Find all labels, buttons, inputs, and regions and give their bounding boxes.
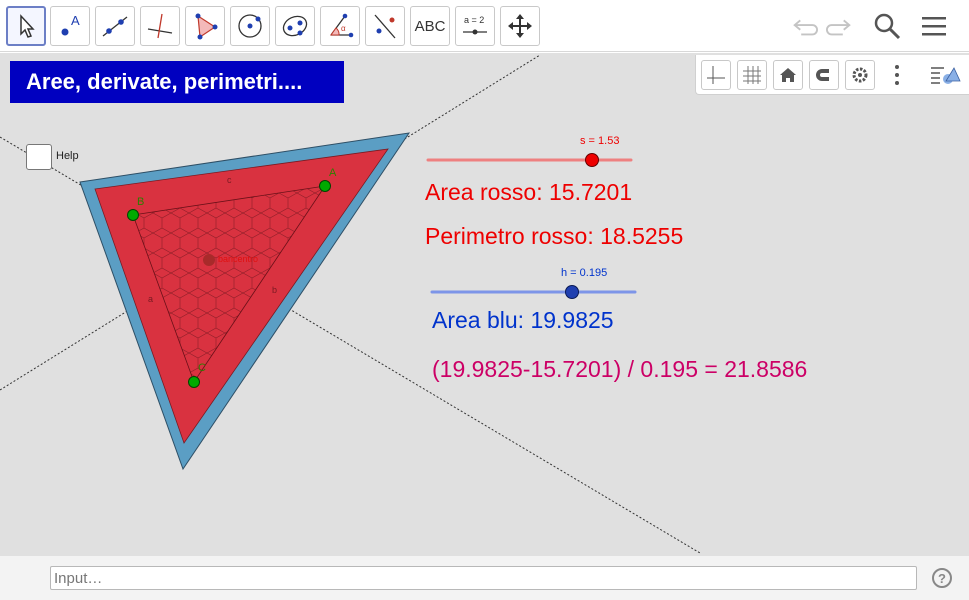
centroid-point[interactable] [203,254,215,266]
arrow-cursor-icon [20,14,35,38]
toggle-style-bar-icon [931,67,961,84]
line-tool-button[interactable] [95,6,135,46]
circle-tool-button[interactable] [230,6,270,46]
home-button[interactable] [773,60,803,90]
more-icon [895,65,899,69]
undo-icon [793,19,818,36]
move-graphics-tool-button[interactable] [500,6,540,46]
graphics-view[interactable]: baricentro c a b B A C Aree, derivate, p… [0,53,969,555]
area-blu-text: Area blu: 19.9825 [432,307,614,333]
undo-button[interactable] [787,10,821,42]
point-b[interactable] [127,209,139,221]
slider-s-label: s = 1.53 [580,135,620,147]
segment-a-label: a [148,294,153,304]
text-icon: ABC [414,17,446,35]
reflect-tool-button[interactable] [365,6,405,46]
slider-h-label: h = 0.195 [561,267,608,279]
point-c[interactable] [188,376,200,388]
title-box: Aree, derivate, perimetri.... [10,61,344,103]
redo-icon [826,19,851,36]
title-text: Aree, derivate, perimetri.... [26,69,303,94]
home-icon [780,68,796,82]
help-button[interactable]: ? [932,568,952,588]
slider-h-handle[interactable] [565,285,579,299]
search-button[interactable] [870,10,904,42]
point-capturing-button[interactable] [809,60,839,90]
axes-toggle-button[interactable] [701,60,731,90]
toolbar: A α ABC a = 2 [0,0,969,52]
point-b-label: B [137,196,144,208]
point-tool-button[interactable]: A [50,6,90,46]
search-icon [874,13,901,40]
toggle-style-bar-button[interactable] [928,60,962,90]
help-checkbox-label: Help [56,150,79,162]
grid-icon [743,66,761,84]
point-a[interactable] [319,180,331,192]
slider-tool-button[interactable]: a = 2 [455,6,495,46]
point-capturing-icon [816,69,829,81]
settings-icon [852,67,868,83]
construction-canvas: baricentro c a b B A C [0,54,701,554]
ellipse-icon [282,15,308,37]
question-mark-icon: ? [938,570,946,586]
svg-text:α: α [341,24,346,33]
text-tool-button[interactable]: ABC [410,6,450,46]
angle-tool-button[interactable]: α [320,6,360,46]
segment-b-label: b [272,285,277,295]
formula-text: (19.9825-15.7201) / 0.195 = 21.8586 [432,356,808,382]
settings-button[interactable] [845,60,875,90]
perpendicular-tool-button[interactable] [140,6,180,46]
polygon-tool-button[interactable] [185,6,225,46]
point-a-label: A [329,167,337,179]
slider-icon: a = 2 [463,15,487,35]
conic-tool-button[interactable] [275,6,315,46]
move-tool-button[interactable] [6,6,46,46]
input-field[interactable] [50,566,917,590]
perimetro-rosso-text: Perimetro rosso: 18.5255 [425,223,684,249]
slider-s-handle[interactable] [585,153,599,167]
centroid-label: baricentro [218,254,258,264]
style-bar [695,55,969,95]
segment-c-label: c [227,175,232,185]
menu-button[interactable] [917,10,951,42]
angle-icon: α [330,13,354,38]
polygon-icon [195,13,218,40]
area-rosso-text: Area rosso: 15.7201 [425,179,633,205]
svg-text:A: A [71,13,80,28]
grid-toggle-button[interactable] [737,60,767,90]
slider-s[interactable] [426,153,633,167]
more-button[interactable] [891,60,903,90]
help-checkbox[interactable] [26,144,52,170]
circle-center-point-icon [238,14,262,38]
input-bar-container: ? [0,555,969,600]
axes-icon [707,66,725,84]
menu-icon [922,17,946,36]
perpendicular-line-icon [147,13,173,39]
svg-text:a = 2: a = 2 [464,15,484,25]
reflect-about-line-icon [374,14,396,39]
point-icon: A [61,13,80,36]
move-arrows-icon [508,14,532,38]
slider-h[interactable] [430,285,637,299]
line-through-points-icon [102,16,128,37]
redo-button[interactable] [823,10,857,42]
point-c-label: C [198,362,206,374]
